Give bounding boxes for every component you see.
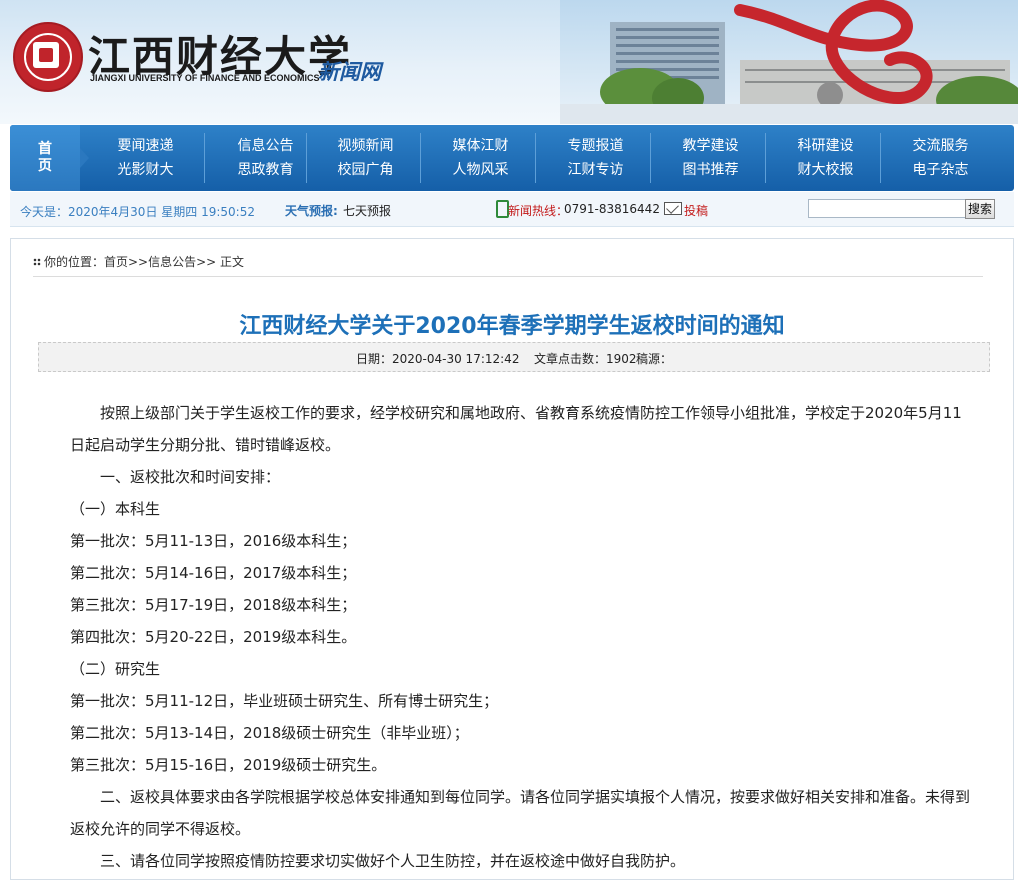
nav-link-xiaobao[interactable]: 财大校报: [768, 158, 883, 182]
site-header: 江西财经大学 JIANGXI UNIVERSITY OF FINANCE AND…: [0, 0, 1018, 124]
nav-divider: [880, 133, 881, 183]
article-paragraph: 第二批次：5月14-16日，2017级本科生；: [70, 564, 357, 582]
nav-link-yaowen[interactable]: 要闻速递: [88, 134, 203, 158]
hotline-label: 新闻热线：: [508, 204, 569, 218]
nav-link-renwu[interactable]: 人物风采: [423, 158, 538, 182]
nav-divider: [650, 133, 651, 183]
nav-link-zhuanfang[interactable]: 江财专访: [538, 158, 653, 182]
university-seal-logo[interactable]: [13, 22, 83, 92]
article-date: 日期：2020-04-30 17:12:42: [356, 352, 520, 366]
nav-link-jiaoliu[interactable]: 交流服务: [883, 134, 998, 158]
article-meta: 日期：2020-04-30 17:12:42 文章点击数：1902 稿源：: [38, 342, 990, 372]
breadcrumb: 你的位置：首页>>信息公告>> 正文: [33, 253, 244, 270]
nav-column-7: 科研建设 财大校报: [768, 125, 883, 191]
current-date: 今天是：2020年4月30日 星期四 19:50:52: [20, 205, 255, 219]
university-name-english: JIANGXI UNIVERSITY OF FINANCE AND ECONOM…: [90, 73, 320, 83]
article-paragraph: 二、返校具体要求由各学院根据学校总体安排通知到每位同学。请各位同学据实填报个人情…: [70, 788, 971, 838]
main-navigation: 首 页 要闻速递 光影财大 信息公告 思政教育 视频新闻 校园广角 媒体江财 人…: [10, 125, 1014, 191]
article-paragraph: （一）本科生: [70, 500, 161, 518]
article-paragraph: 三、请各位同学按照疫情防控要求切实做好个人卫生防控，并在返校途中做好自我防护。: [100, 852, 686, 870]
nav-divider: [535, 133, 536, 183]
nav-divider: [765, 133, 766, 183]
search-button[interactable]: 搜索: [965, 199, 995, 219]
article-paragraph: 第三批次：5月15-16日，2019级硕士研究生。: [70, 756, 387, 774]
nav-link-jiaoxue[interactable]: 教学建设: [653, 134, 768, 158]
nav-column-8: 交流服务 电子杂志: [883, 125, 998, 191]
hotline-number: 0791-83816442: [564, 202, 660, 216]
article-paragraph: 第一批次：5月11-13日，2016级本科生；: [70, 532, 357, 550]
nav-link-xiaoyuan[interactable]: 校园广角: [308, 158, 423, 182]
search-input[interactable]: [808, 199, 966, 218]
nav-column-3: 视频新闻 校园广角: [308, 125, 423, 191]
info-bar: 今天是：2020年4月30日 星期四 19:50:52 天气预报: 七天预报 新…: [10, 192, 1014, 227]
nav-home[interactable]: 首 页: [10, 125, 80, 191]
article-paragraph: 第四批次：5月20-22日，2019级本科生。: [70, 628, 357, 646]
nav-home-label-2: 页: [38, 158, 52, 174]
article-paragraph: 一、返校批次和时间安排：: [100, 468, 281, 486]
nav-link-guangying[interactable]: 光影财大: [88, 158, 203, 182]
nav-column-6: 教学建设 图书推荐: [653, 125, 768, 191]
nav-link-zazhi[interactable]: 电子杂志: [883, 158, 998, 182]
article-paragraph: 第二批次：5月13-14日，2018级硕士研究生（非毕业班）；: [70, 724, 469, 742]
article-body: 按照上级部门关于学生返校工作的要求，经学校研究和属地政府、省教育系统疫情防控工作…: [70, 397, 970, 877]
article-paragraph: （二）研究生: [70, 660, 161, 678]
article-paragraph: 第三批次：5月17-19日，2018级本科生；: [70, 596, 357, 614]
article-paragraph: 第一批次：5月11-12日，毕业班硕士研究生、所有博士研究生；: [70, 692, 499, 710]
nav-column-4: 媒体江财 人物风采: [423, 125, 538, 191]
divider: [33, 276, 983, 277]
nav-divider: [204, 133, 205, 183]
article-source: 稿源：: [636, 352, 673, 366]
submit-article-link[interactable]: 投稿: [684, 202, 708, 219]
article-click-count: 文章点击数：1902: [534, 352, 637, 366]
seal-emblem: [33, 42, 59, 68]
grid-dots-icon: [33, 258, 41, 266]
nav-link-shipin[interactable]: 视频新闻: [308, 134, 423, 158]
weather-label: 天气预报:: [285, 204, 338, 218]
nav-link-keyan[interactable]: 科研建设: [768, 134, 883, 158]
article-title: 江西财经大学关于2020年春季学期学生返校时间的通知: [239, 314, 785, 339]
article-container: 你的位置：首页>>信息公告>> 正文 江西财经大学关于2020年春季学期学生返校…: [10, 238, 1014, 880]
breadcrumb-text[interactable]: 你的位置：首页>>信息公告>> 正文: [44, 255, 244, 269]
nav-column-5: 专题报道 江财专访: [538, 125, 653, 191]
nav-link-tushu[interactable]: 图书推荐: [653, 158, 768, 182]
nav-divider: [420, 133, 421, 183]
nav-home-label-1: 首: [38, 141, 52, 157]
mail-icon: [664, 202, 682, 215]
article-paragraph: 按照上级部门关于学生返校工作的要求，经学校研究和属地政府、省教育系统疫情防控工作…: [70, 404, 962, 454]
weather-forecast-link[interactable]: 七天预报: [343, 202, 391, 219]
campus-banner-image: [560, 0, 1018, 124]
nav-column-1: 要闻速递 光影财大: [88, 125, 203, 191]
nav-link-zhuanti[interactable]: 专题报道: [538, 134, 653, 158]
nav-link-meiti[interactable]: 媒体江财: [423, 134, 538, 158]
nav-divider: [306, 133, 307, 183]
site-name: 新闻网: [318, 60, 381, 84]
